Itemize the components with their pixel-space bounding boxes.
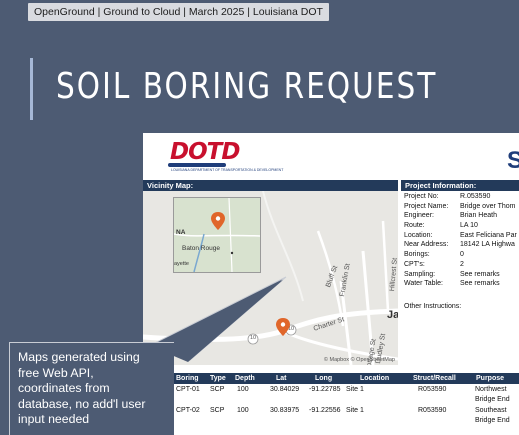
vicinity-map[interactable]: 10 19 10 Charter St Franklin St Cottage … — [143, 191, 398, 365]
inset-location-pin-icon[interactable] — [211, 212, 225, 230]
vicinity-map-header: Vicinity Map: — [143, 180, 398, 191]
place-label-ja: Ja — [387, 309, 398, 321]
info-label: Engineer: — [404, 212, 434, 220]
route-marker-10b: 10 — [250, 335, 257, 341]
dotd-logo: DOTD — [170, 139, 240, 165]
route-marker-19: 19 — [174, 334, 181, 340]
cell-depth: 100 — [237, 386, 249, 393]
info-value: LA 10 — [460, 222, 478, 230]
inset-label-city: Baton Rouge — [182, 245, 220, 252]
cell-struct: R053590 — [418, 407, 447, 414]
cell-struct: R053590 — [418, 386, 447, 393]
cell-lat: 30.84029 — [270, 386, 300, 393]
col-header-type: Type — [210, 375, 226, 382]
map-copyright: © Mapbox © OpenStreetMap — [323, 357, 395, 363]
borings-table-header: Boring Type Depth Lat Long Location Stru… — [143, 373, 519, 384]
cell-type: SCP — [210, 407, 225, 414]
info-value: 0 — [460, 251, 464, 259]
cell-boring: CPT-02 — [176, 407, 200, 414]
cell-type: SCP — [210, 386, 225, 393]
inset-label-edge: ayette — [174, 261, 189, 267]
project-info-table: Project No: R.053590 Project Name: Bridge … — [401, 192, 519, 289]
info-label: Borings: — [404, 251, 430, 259]
cell-long: -91.22785 — [309, 386, 341, 393]
info-row-water-table: Water Table: See remarks — [401, 279, 519, 289]
table-row[interactable]: CPT-02 SCP 100 30.83975 -91.22556 Site 1… — [143, 407, 519, 431]
cell-location: Site 1 — [346, 386, 364, 393]
col-header-struct: Struct/Recall — [413, 375, 456, 382]
cell-purpose-line2: Bridge End — [475, 396, 510, 403]
request-document: DOTD LOUISIANA DEPARTMENT OF TRANSPORTAT… — [143, 133, 519, 435]
info-row-near-address: Near Address: 18142 LA Highwa — [401, 240, 519, 250]
info-label: Route: — [404, 222, 425, 230]
logo-subtitle: LOUISIANA DEPARTMENT OF TRANSPORTATION &… — [171, 168, 284, 172]
slide-title: SOIL BORING REQUEST — [56, 66, 438, 107]
cell-location: Site 1 — [346, 407, 364, 414]
info-label: Near Address: — [404, 241, 449, 249]
info-row-location: Location: East Feliciana Par — [401, 231, 519, 241]
info-label: Sampling: — [404, 270, 436, 278]
info-label: Project Name: — [404, 202, 449, 210]
info-row-borings: Borings: 0 — [401, 250, 519, 260]
col-header-long: Long — [315, 375, 333, 382]
cell-purpose: Southeast — [475, 407, 507, 414]
cell-purpose: Northwest — [475, 386, 507, 393]
project-info-header: Project Information: — [401, 180, 519, 191]
inset-label-region: NA — [176, 229, 186, 236]
info-value: Bridge over Thom — [460, 202, 516, 210]
info-value: See remarks — [460, 280, 500, 288]
col-header-depth: Depth — [235, 375, 255, 382]
cell-purpose-line2: Bridge End — [475, 417, 510, 424]
info-value: R.053590 — [460, 193, 491, 200]
info-row-project-name: Project Name: Bridge over Thom — [401, 202, 519, 212]
info-row-sampling: Sampling: See remarks — [401, 270, 519, 280]
info-label: Water Table: — [404, 280, 443, 288]
logo-swoosh — [168, 163, 226, 167]
source-banner: OpenGround | Ground to Cloud | March 202… — [28, 3, 329, 21]
info-value: 2 — [460, 260, 464, 268]
boring-location-pin-icon[interactable] — [276, 318, 290, 336]
cell-long: -91.22556 — [309, 407, 341, 414]
info-value: 18142 LA Highwa — [460, 241, 515, 249]
info-value: East Feliciana Par — [460, 231, 517, 239]
cell-lat: 30.83975 — [270, 407, 300, 414]
overview-inset-map[interactable]: NA Baton Rouge ayette — [173, 197, 261, 273]
info-label: CPT's: — [404, 260, 425, 268]
col-header-boring: Boring — [176, 375, 199, 382]
info-row-cpts: CPT's: 2 — [401, 260, 519, 270]
info-value: See remarks — [460, 270, 500, 278]
info-row-project-no: Project No: R.053590 — [401, 192, 519, 202]
callout-box: Maps generated using free Web API, coord… — [9, 342, 174, 435]
col-header-purpose: Purpose — [476, 375, 505, 382]
info-value: Brian Heath — [460, 212, 497, 220]
other-instructions-label: Other Instructions: — [404, 303, 462, 310]
col-header-lat: Lat — [276, 375, 287, 382]
title-accent-bar — [30, 58, 33, 120]
info-row-engineer: Engineer: Brian Heath — [401, 211, 519, 221]
cell-boring: CPT-01 — [176, 386, 200, 393]
info-label: Project No: — [404, 193, 439, 200]
info-label: Location: — [404, 231, 433, 239]
info-row-route: Route: LA 10 — [401, 221, 519, 231]
col-header-location: Location — [360, 375, 390, 382]
document-title: S — [507, 147, 519, 174]
cell-depth: 100 — [237, 407, 249, 414]
